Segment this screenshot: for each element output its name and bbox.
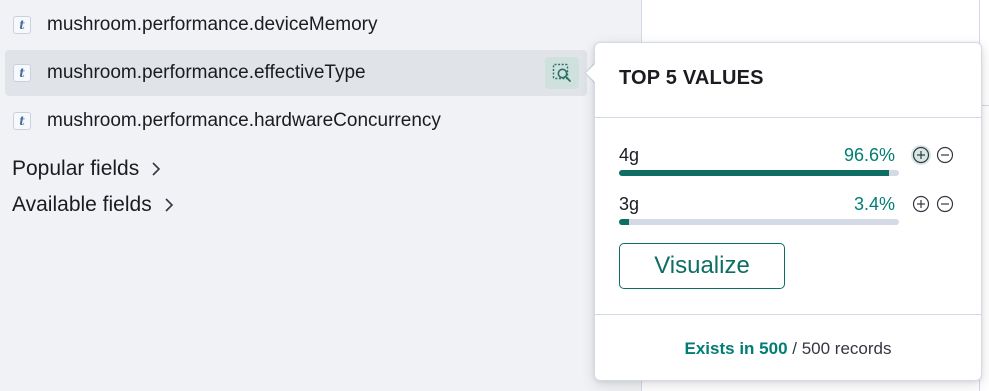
minus-in-circle-icon [936, 195, 954, 213]
plus-in-circle-icon [912, 195, 930, 213]
string-type-icon: t [13, 16, 31, 34]
filter-out-value-button[interactable] [935, 194, 955, 214]
inspect-details-icon [552, 63, 571, 82]
value-bar [619, 170, 899, 176]
popover-title: TOP 5 VALUES [619, 67, 764, 89]
value-row-3g: 3g 3.4% [619, 194, 959, 234]
popover-footer-divider [595, 314, 981, 315]
filter-for-value-button[interactable] [911, 145, 931, 165]
section-label: Popular fields [12, 157, 140, 180]
chevron-right-icon [164, 197, 174, 213]
value-bar [619, 219, 899, 225]
minus-in-circle-icon [936, 146, 954, 164]
value-percent: 3.4% [853, 194, 895, 214]
section-label: Available fields [12, 193, 152, 216]
value-percent: 96.6% [843, 145, 895, 165]
value-bar-fill [619, 170, 890, 176]
plus-in-circle-icon [912, 146, 930, 164]
field-row-device-memory[interactable]: t mushroom.performance.deviceMemory [5, 2, 587, 48]
show-details-button[interactable] [545, 57, 579, 89]
popover-arrow-inner [586, 63, 596, 83]
visualize-button[interactable]: Visualize [619, 243, 785, 289]
field-row-hardware-concurrency[interactable]: t mushroom.performance.hardwareConcurren… [5, 98, 587, 144]
chevron-right-icon [151, 161, 161, 177]
value-bar-fill [619, 219, 629, 225]
field-details-popover: TOP 5 VALUES 4g 96.6% 3g 3.4% Visualize … [594, 42, 982, 381]
string-type-icon: t [13, 64, 31, 82]
field-list-sidebar: t mushroom.performance.deviceMemory t mu… [0, 0, 642, 391]
field-name: mushroom.performance.effectiveType [47, 62, 366, 83]
field-name: mushroom.performance.hardwareConcurrency [47, 110, 441, 131]
filter-for-value-button[interactable] [911, 194, 931, 214]
exists-count: Exists in 500 [684, 339, 788, 358]
filter-out-value-button[interactable] [935, 145, 955, 165]
available-fields-toggle[interactable]: Available fields [12, 193, 174, 217]
string-type-icon: t [13, 112, 31, 130]
popover-divider [595, 117, 981, 118]
field-row-effective-type[interactable]: t mushroom.performance.effectiveType [5, 50, 587, 96]
popover-footer: Exists in 500 / 500 records [595, 339, 981, 359]
value-label: 3g [619, 194, 640, 214]
field-name: mushroom.performance.deviceMemory [47, 14, 378, 35]
popular-fields-toggle[interactable]: Popular fields [12, 157, 161, 181]
value-label: 4g [619, 145, 640, 165]
records-total: / 500 records [787, 339, 892, 358]
value-row-4g: 4g 96.6% [619, 145, 959, 185]
